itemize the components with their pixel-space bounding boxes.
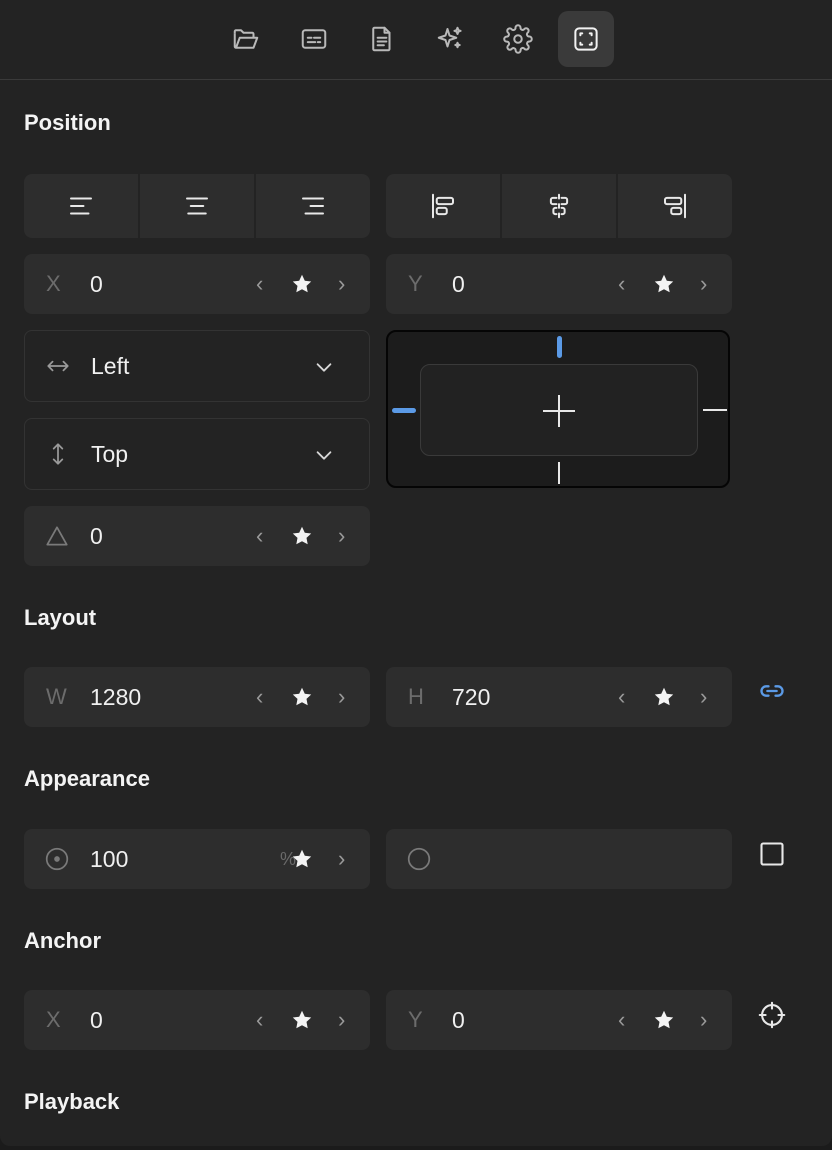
align-right-icon <box>302 197 324 215</box>
layout-heading: Layout <box>24 605 97 630</box>
rotation-field[interactable]: 0 ‹ › <box>24 506 370 566</box>
position-heading: Position <box>24 110 111 135</box>
opacity-value[interactable]: 100 <box>90 829 128 889</box>
align-center-button[interactable] <box>140 174 256 238</box>
position-x-value[interactable]: 0 <box>90 254 103 314</box>
align-objects-right-icon <box>664 193 686 219</box>
align-objects-left-button[interactable] <box>386 174 502 238</box>
pin-constraints-widget <box>386 330 730 488</box>
rotation-next-keyframe-button[interactable]: › <box>338 506 345 566</box>
anchor-y-field[interactable]: Y 0 ‹ › <box>386 990 732 1050</box>
horizontal-anchor-value: Left <box>91 353 130 379</box>
position-y-value[interactable]: 0 <box>452 254 465 314</box>
width-value[interactable]: 1280 <box>90 667 141 727</box>
rotation-prev-keyframe-button[interactable]: ‹ <box>256 506 263 566</box>
toolbar <box>0 0 832 80</box>
align-objects-left-icon <box>432 193 454 219</box>
frame-icon[interactable] <box>558 11 614 67</box>
width-keyframe-star-icon[interactable] <box>290 685 314 709</box>
anchor-x-value[interactable]: 0 <box>90 990 103 1050</box>
pin-center-plus-icon[interactable] <box>541 393 577 429</box>
rotation-keyframe-star-icon[interactable] <box>290 524 314 548</box>
anchor-x-field[interactable]: X 0 ‹ › <box>24 990 370 1050</box>
position-y-prev-keyframe-button[interactable]: ‹ <box>618 254 625 314</box>
crosshair-icon[interactable] <box>758 1001 786 1029</box>
anchor-x-keyframe-star-icon[interactable] <box>290 1008 314 1032</box>
rotation-value[interactable]: 0 <box>90 506 103 566</box>
position-x-keyframe-star-icon[interactable] <box>290 272 314 296</box>
align-objects-center-icon <box>549 193 569 219</box>
position-x-label: X <box>46 271 61 296</box>
height-value[interactable]: 720 <box>452 667 490 727</box>
link-icon[interactable] <box>758 677 786 705</box>
align-objects-center-button[interactable] <box>502 174 618 238</box>
anchor-y-next-keyframe-button[interactable]: › <box>700 990 707 1050</box>
anchor-x-label: X <box>46 1007 61 1032</box>
align-right-button[interactable] <box>256 174 370 238</box>
opacity-keyframe-star-icon[interactable] <box>290 847 314 871</box>
position-x-next-keyframe-button[interactable]: › <box>338 254 345 314</box>
vertical-anchor-select[interactable]: Top <box>24 418 370 490</box>
horizontal-arrows-icon <box>47 360 69 372</box>
width-next-keyframe-button[interactable]: › <box>338 667 345 727</box>
chevron-down-icon <box>316 451 332 460</box>
opacity-field[interactable]: 100 % › <box>24 829 370 889</box>
chevron-down-icon <box>316 363 332 372</box>
align-left-button[interactable] <box>24 174 140 238</box>
height-label: H <box>408 684 424 709</box>
pin-top-handle[interactable] <box>557 336 562 358</box>
opacity-icon <box>45 847 69 871</box>
height-keyframe-star-icon[interactable] <box>652 685 676 709</box>
text-align-group <box>24 174 370 238</box>
playback-heading: Playback <box>24 1089 120 1114</box>
width-field[interactable]: W 1280 ‹ › <box>24 667 370 727</box>
vertical-anchor-value: Top <box>91 441 129 467</box>
anchor-heading: Anchor <box>24 928 101 953</box>
width-prev-keyframe-button[interactable]: ‹ <box>256 667 263 727</box>
anchor-x-prev-keyframe-button[interactable]: ‹ <box>256 990 263 1050</box>
anchor-y-prev-keyframe-button[interactable]: ‹ <box>618 990 625 1050</box>
square-icon[interactable] <box>758 840 786 868</box>
opacity-next-keyframe-button[interactable]: › <box>338 829 345 889</box>
position-y-next-keyframe-button[interactable]: › <box>700 254 707 314</box>
anchor-y-label: Y <box>408 1007 423 1032</box>
pin-bottom-handle[interactable] <box>558 462 560 484</box>
width-label: W <box>46 684 67 709</box>
horizontal-anchor-select[interactable]: Left <box>24 330 370 402</box>
anchor-x-next-keyframe-button[interactable]: › <box>338 990 345 1050</box>
circle-icon <box>407 847 431 871</box>
triangle-icon <box>46 526 68 546</box>
folder-open-icon[interactable] <box>218 11 274 67</box>
position-y-keyframe-star-icon[interactable] <box>652 272 676 296</box>
height-prev-keyframe-button[interactable]: ‹ <box>618 667 625 727</box>
align-objects-right-button[interactable] <box>618 174 732 238</box>
pin-right-handle[interactable] <box>703 409 727 411</box>
height-field[interactable]: H 720 ‹ › <box>386 667 732 727</box>
position-x-field[interactable]: X 0 ‹ › <box>24 254 370 314</box>
blend-field[interactable] <box>386 829 732 889</box>
align-left-icon <box>70 197 92 215</box>
document-icon[interactable] <box>354 11 410 67</box>
anchor-y-value[interactable]: 0 <box>452 990 465 1050</box>
settings-icon[interactable] <box>490 11 546 67</box>
caption-icon[interactable] <box>286 11 342 67</box>
position-y-label: Y <box>408 271 423 296</box>
anchor-y-keyframe-star-icon[interactable] <box>652 1008 676 1032</box>
object-align-group <box>386 174 732 238</box>
height-next-keyframe-button[interactable]: › <box>700 667 707 727</box>
inspector-panel: Position X 0 ‹ › Y 0 ‹ › Left Top 0 ‹ › … <box>0 0 832 1146</box>
position-y-field[interactable]: Y 0 ‹ › <box>386 254 732 314</box>
vertical-arrows-icon <box>52 443 64 465</box>
position-x-prev-keyframe-button[interactable]: ‹ <box>256 254 263 314</box>
align-center-icon <box>186 197 208 215</box>
appearance-heading: Appearance <box>24 766 150 791</box>
pin-left-handle[interactable] <box>392 408 416 413</box>
sparkles-icon[interactable] <box>422 11 478 67</box>
